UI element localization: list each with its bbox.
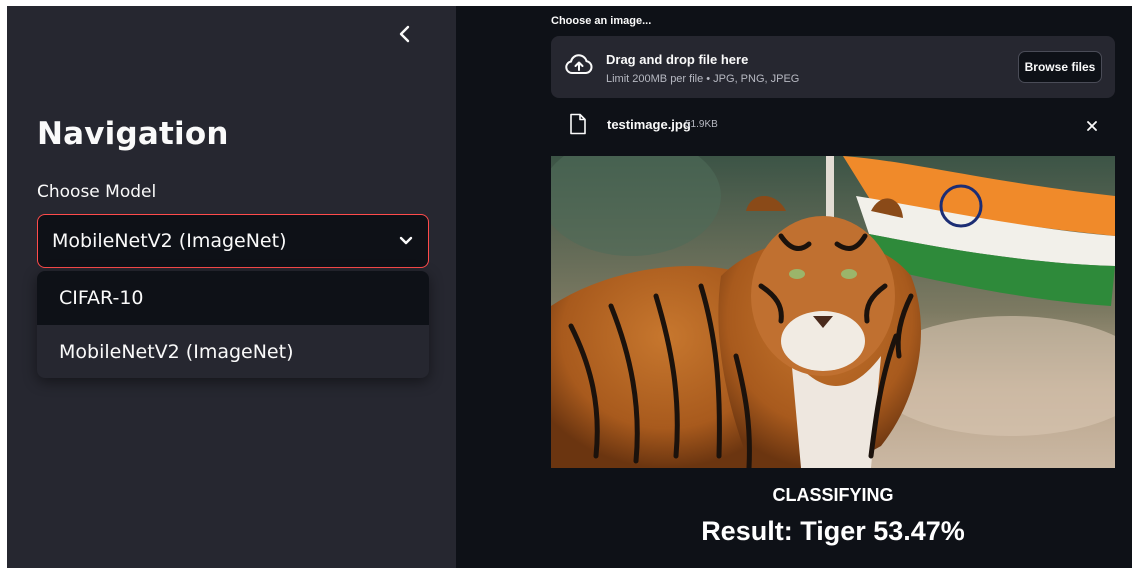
dropzone-limit-text: Limit 200MB per file • JPG, PNG, JPEG	[606, 73, 800, 85]
file-dropzone[interactable]: Drag and drop file here Limit 200MB per …	[551, 36, 1115, 98]
classification-result: Result: Tiger 53.47%	[701, 516, 965, 546]
dropdown-option-cifar10[interactable]: CIFAR-10	[37, 271, 429, 325]
uploaded-file-row: testimage.jpg 51.9KB	[551, 112, 1115, 144]
dropzone-title: Drag and drop file here	[606, 52, 749, 67]
sidebar-title: Navigation	[37, 116, 229, 152]
chevron-down-icon	[399, 236, 413, 245]
model-select[interactable]: MobileNetV2 (ImageNet)	[37, 214, 429, 268]
file-icon	[570, 113, 586, 135]
cloud-upload-icon	[565, 54, 593, 74]
model-select-label: Choose Model	[37, 182, 157, 202]
file-size: 51.9KB	[685, 119, 718, 130]
remove-file-button[interactable]	[1082, 116, 1102, 136]
chevron-left-icon	[399, 25, 410, 43]
uploader-label: Choose an image...	[551, 15, 652, 27]
main-content: Choose an image... Drag and drop file he…	[456, 6, 1132, 568]
model-dropdown-menu: CIFAR-10 MobileNetV2 (ImageNet)	[37, 271, 429, 378]
model-select-value: MobileNetV2 (ImageNet)	[52, 230, 287, 252]
tiger-image	[551, 156, 1115, 468]
sidebar: Navigation Choose Model MobileNetV2 (Ima…	[7, 6, 456, 568]
file-name: testimage.jpg	[607, 117, 691, 132]
classification-status: CLASSIFYING	[772, 485, 894, 505]
dropdown-option-mobilenetv2[interactable]: MobileNetV2 (ImageNet)	[37, 325, 429, 378]
uploaded-image	[551, 156, 1115, 468]
close-icon	[1087, 121, 1097, 131]
collapse-sidebar-button[interactable]	[391, 20, 419, 48]
browse-files-button[interactable]: Browse files	[1018, 51, 1102, 83]
